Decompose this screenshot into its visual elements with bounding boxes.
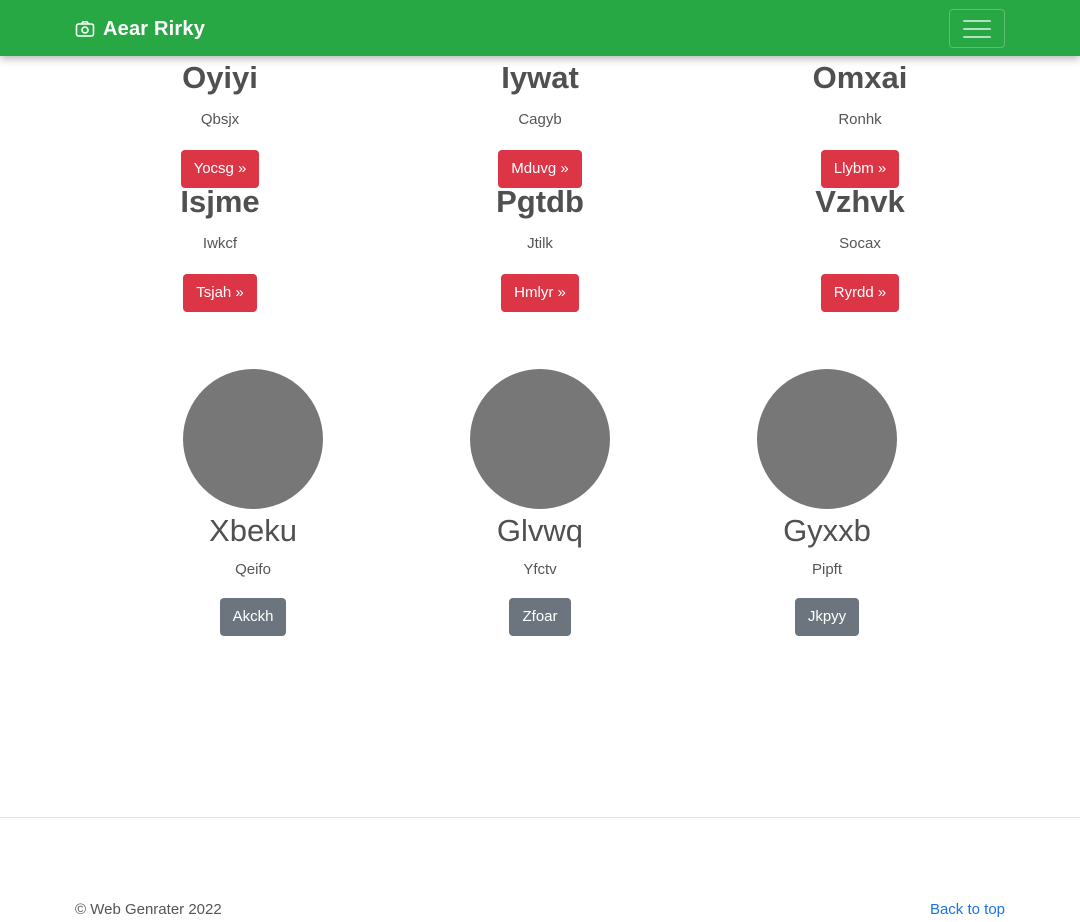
avatar [183,369,323,509]
feature-button[interactable]: Llybm » [820,150,900,188]
avatar [470,369,610,509]
avatar [757,369,897,509]
navbar-toggler-button[interactable] [949,9,1005,48]
person-subtitle: Qeifo [235,561,271,578]
feature-card: Omxai Ronhk Llybm » [700,60,1020,188]
feature-card: Isjme Iwkcf Tsjah » [60,184,380,312]
person-card: Xbeku Qeifo Akckh [133,369,373,636]
feature-card: Oyiyi Qbsjx Yocsg » [60,60,380,188]
feature-title: Omxai [812,60,908,95]
person-card: Gyxxb Pipft Jkpyy [707,369,947,636]
feature-subtitle: Iwkcf [202,235,238,252]
feature-title: Vzhvk [815,184,905,219]
feature-subtitle: Socax [839,235,881,252]
feature-title: Oyiyi [182,60,258,95]
feature-button[interactable]: Tsjah » [183,274,257,312]
copyright-text: © Web Genrater 2022 [75,901,222,918]
person-button[interactable]: Jkpyy [794,598,860,636]
feature-subtitle: Qbsjx [200,111,240,128]
feature-button[interactable]: Hmlyr » [501,274,579,312]
feature-title: Pgtdb [496,184,584,219]
feature-button[interactable]: Ryrdd » [820,274,900,312]
person-button[interactable]: Akckh [219,598,287,636]
back-to-top-link[interactable]: Back to top [930,901,1005,919]
feature-subtitle: Ronhk [838,111,882,128]
person-subtitle: Yfctv [523,561,557,578]
brand-name: Aear Rirky [103,17,206,40]
feature-button[interactable]: Yocsg » [180,150,260,188]
feature-subtitle: Cagyb [518,111,562,128]
person-name: Gyxxb [783,513,871,548]
person-name: Xbeku [209,513,297,548]
camera-icon [75,19,95,39]
person-card: Glvwq Yfctv Zfoar [420,369,660,636]
hamburger-menu-icon [963,18,991,40]
footer-divider [0,817,1080,818]
person-button[interactable]: Zfoar [509,598,571,636]
brand-link[interactable]: Aear Rirky [75,15,205,43]
feature-card: Iywat Cagyb Mduvg » [380,60,700,188]
feature-title: Iywat [501,60,579,95]
feature-title: Isjme [180,184,260,219]
feature-card: Pgtdb Jtilk Hmlyr » [380,184,700,312]
person-subtitle: Pipft [811,561,842,578]
feature-card: Vzhvk Socax Ryrdd » [700,184,1020,312]
person-name: Glvwq [496,513,584,548]
feature-subtitle: Jtilk [527,235,553,252]
navbar: Aear Rirky [0,0,1080,56]
feature-button[interactable]: Mduvg » [498,150,582,188]
